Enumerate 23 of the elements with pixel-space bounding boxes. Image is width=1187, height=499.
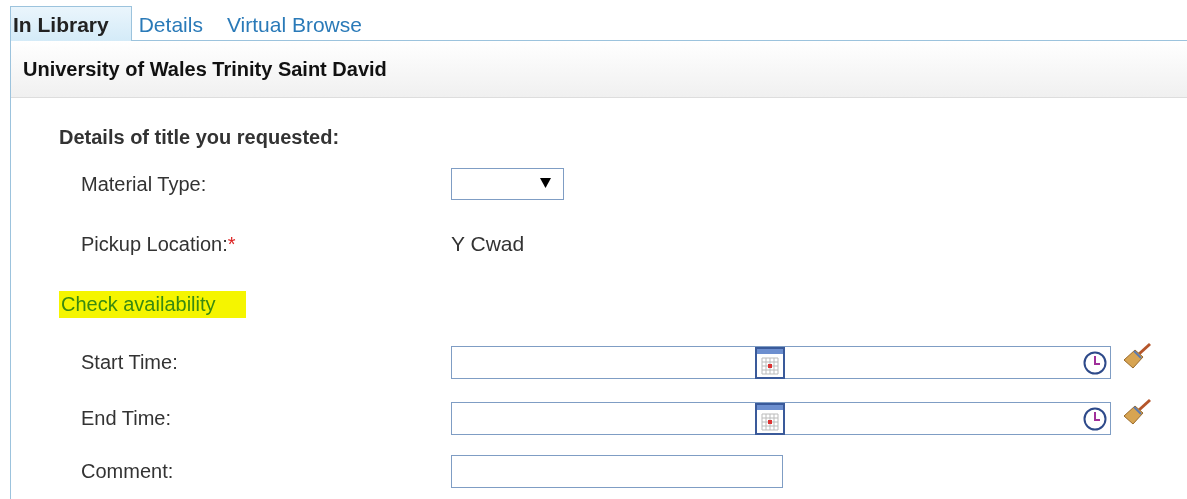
tab[interactable]: In Library — [10, 6, 132, 41]
field-label: Material Type: — [80, 172, 208, 196]
section-heading: Details of title you requested: — [59, 126, 341, 150]
datetime-field[interactable] — [451, 345, 1111, 379]
field-label: Start Time: — [80, 350, 179, 374]
institution-title: University of Wales Trinity Saint David — [23, 57, 387, 81]
calendar-icon[interactable] — [755, 402, 785, 435]
broom-icon[interactable] — [1121, 398, 1153, 426]
field-label: Pickup Location:* — [80, 232, 237, 256]
calendar-icon[interactable] — [755, 346, 785, 379]
datetime-field[interactable] — [451, 401, 1111, 435]
caret-icon — [540, 178, 551, 188]
clock-icon[interactable] — [1083, 406, 1107, 431]
check-availability-link[interactable]: Check availability — [59, 290, 246, 318]
broom-icon[interactable] — [1121, 342, 1153, 370]
tab[interactable]: Details — [135, 6, 220, 40]
field-label: Comment: — [80, 459, 175, 483]
tab[interactable]: Virtual Browse — [223, 6, 379, 40]
field-label: End Time: — [80, 406, 173, 430]
comment-field[interactable] — [451, 454, 783, 488]
clock-icon[interactable] — [1083, 350, 1107, 375]
material-type-dropdown[interactable] — [451, 168, 564, 200]
field-value: Y Cwad — [451, 232, 525, 256]
